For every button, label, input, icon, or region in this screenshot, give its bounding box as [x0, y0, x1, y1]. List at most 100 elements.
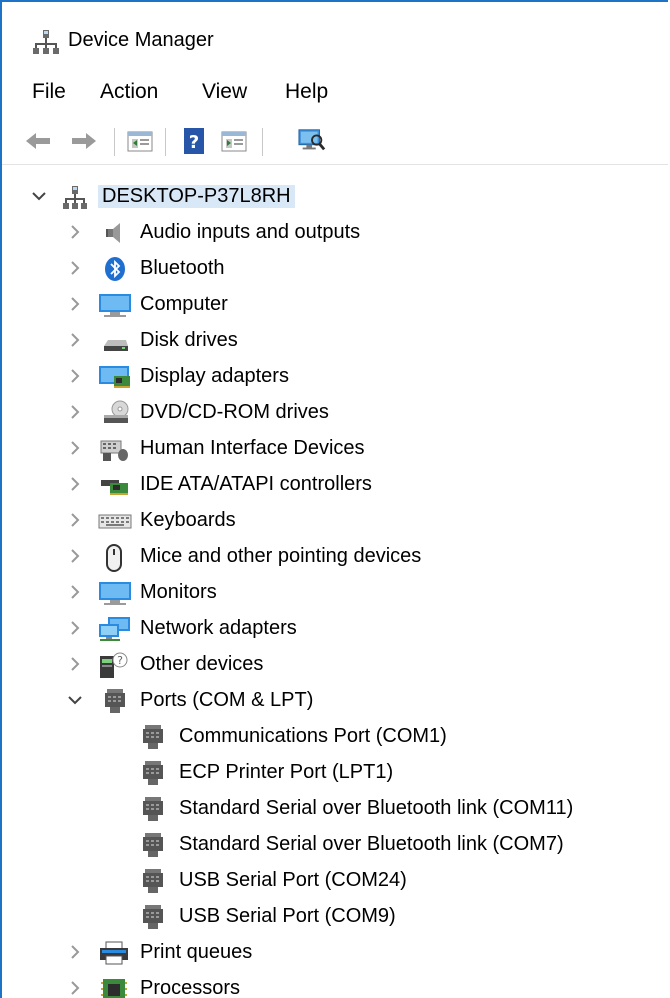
keyboard-icon: [98, 508, 132, 534]
port-item[interactable]: Communications Port (COM1): [2, 720, 668, 754]
toolbar-separator: [114, 128, 115, 156]
category-hid[interactable]: Human Interface Devices: [2, 432, 668, 466]
menu-file[interactable]: File: [32, 80, 66, 104]
chevron-right-icon[interactable]: [66, 403, 84, 421]
port-item[interactable]: USB Serial Port (COM24): [2, 864, 668, 898]
category-processors[interactable]: Processors: [2, 972, 668, 998]
speaker-icon: [102, 220, 128, 246]
category-label: DVD/CD-ROM drives: [140, 401, 329, 423]
chevron-down-icon[interactable]: [66, 691, 84, 709]
chevron-right-icon[interactable]: [66, 655, 84, 673]
menu-bar: File Action View Help: [2, 76, 668, 112]
menu-action[interactable]: Action: [100, 80, 158, 104]
port-item[interactable]: ECP Printer Port (LPT1): [2, 756, 668, 790]
chevron-right-icon[interactable]: [66, 331, 84, 349]
device-manager-icon: [32, 28, 60, 56]
chevron-right-icon[interactable]: [66, 475, 84, 493]
scan-hardware-icon[interactable]: [298, 128, 326, 154]
help-icon[interactable]: ?: [180, 128, 208, 154]
svg-text:?: ?: [189, 132, 199, 153]
chevron-right-icon[interactable]: [66, 547, 84, 565]
update-driver-icon[interactable]: [220, 128, 248, 154]
chevron-right-icon[interactable]: [66, 619, 84, 637]
category-label: Mice and other pointing devices: [140, 545, 422, 567]
category-monitors[interactable]: Monitors: [2, 576, 668, 610]
category-print-queues[interactable]: Print queues: [2, 936, 668, 970]
unknown-device-icon: ?: [98, 652, 128, 678]
toolbar-separator: [165, 128, 166, 156]
chevron-right-icon[interactable]: [66, 583, 84, 601]
menu-help[interactable]: Help: [285, 80, 328, 104]
toolbar: ?: [2, 120, 668, 165]
category-label: Bluetooth: [140, 257, 225, 279]
category-disk-drives[interactable]: Disk drives: [2, 324, 668, 358]
port-label: Standard Serial over Bluetooth link (COM…: [179, 797, 574, 819]
category-label: Computer: [140, 293, 228, 315]
category-ports[interactable]: Ports (COM & LPT): [2, 684, 668, 718]
chevron-down-icon[interactable]: [30, 187, 48, 205]
root-label: DESKTOP-P37L8RH: [98, 185, 295, 208]
category-label: Keyboards: [140, 509, 236, 531]
port-label: Standard Serial over Bluetooth link (COM…: [179, 833, 564, 855]
disk-drive-icon: [102, 328, 128, 354]
menu-view[interactable]: View: [202, 80, 247, 104]
chevron-right-icon[interactable]: [66, 367, 84, 385]
port-icon: [140, 832, 166, 858]
device-tree: DESKTOP-P37L8RH Audio inputs and outputs…: [2, 170, 668, 998]
device-manager-window: Device Manager File Action View Help ? D…: [0, 0, 668, 998]
monitor-icon: [98, 580, 131, 606]
properties-icon[interactable]: [126, 128, 154, 154]
back-arrow-icon[interactable]: [24, 128, 52, 154]
port-item[interactable]: USB Serial Port (COM9): [2, 900, 668, 934]
dvd-drive-icon: [102, 400, 129, 426]
category-computer[interactable]: Computer: [2, 288, 668, 322]
printer-icon: [98, 940, 128, 966]
category-label: Network adapters: [140, 617, 297, 639]
port-label: ECP Printer Port (LPT1): [179, 761, 394, 783]
port-icon: [140, 868, 166, 894]
hid-icon: [100, 436, 128, 462]
chevron-right-icon[interactable]: [66, 439, 84, 457]
chevron-right-icon[interactable]: [66, 223, 84, 241]
category-keyboards[interactable]: Keyboards: [2, 504, 668, 538]
display-adapter-icon: [98, 364, 130, 390]
mouse-icon: [102, 544, 128, 572]
category-label: Other devices: [140, 653, 264, 675]
port-item[interactable]: Standard Serial over Bluetooth link (COM…: [2, 828, 668, 862]
category-label: Display adapters: [140, 365, 289, 387]
computer-icon: [98, 292, 131, 318]
network-adapter-icon: [98, 616, 130, 642]
category-other-devices[interactable]: ? Other devices: [2, 648, 668, 682]
port-icon: [140, 724, 166, 750]
bluetooth-icon: [102, 256, 128, 282]
category-display-adapters[interactable]: Display adapters: [2, 360, 668, 394]
chevron-right-icon[interactable]: [66, 979, 84, 997]
category-label: Print queues: [140, 941, 253, 963]
category-label: IDE ATA/ATAPI controllers: [140, 473, 372, 495]
category-ide-controllers[interactable]: IDE ATA/ATAPI controllers: [2, 468, 668, 502]
port-icon: [140, 904, 166, 930]
ide-controller-icon: [100, 472, 128, 498]
category-mice[interactable]: Mice and other pointing devices: [2, 540, 668, 574]
category-bluetooth[interactable]: Bluetooth: [2, 252, 668, 286]
chevron-right-icon[interactable]: [66, 511, 84, 529]
chevron-right-icon[interactable]: [66, 943, 84, 961]
forward-arrow-icon[interactable]: [70, 128, 98, 154]
processor-icon: [100, 976, 127, 998]
window-title: Device Manager: [68, 29, 214, 51]
category-label: Ports (COM & LPT): [140, 689, 314, 711]
port-icon: [140, 796, 166, 822]
category-label: Monitors: [140, 581, 217, 603]
svg-text:?: ?: [117, 654, 123, 667]
category-dvd-drives[interactable]: DVD/CD-ROM drives: [2, 396, 668, 430]
category-label: Human Interface Devices: [140, 437, 365, 459]
category-network-adapters[interactable]: Network adapters: [2, 612, 668, 646]
port-label: USB Serial Port (COM9): [179, 905, 396, 927]
category-label: Processors: [140, 977, 241, 998]
category-audio[interactable]: Audio inputs and outputs: [2, 216, 668, 250]
chevron-right-icon[interactable]: [66, 259, 84, 277]
chevron-right-icon[interactable]: [66, 295, 84, 313]
tree-root[interactable]: DESKTOP-P37L8RH: [2, 180, 668, 214]
port-item[interactable]: Standard Serial over Bluetooth link (COM…: [2, 792, 668, 826]
toolbar-separator: [262, 128, 263, 156]
